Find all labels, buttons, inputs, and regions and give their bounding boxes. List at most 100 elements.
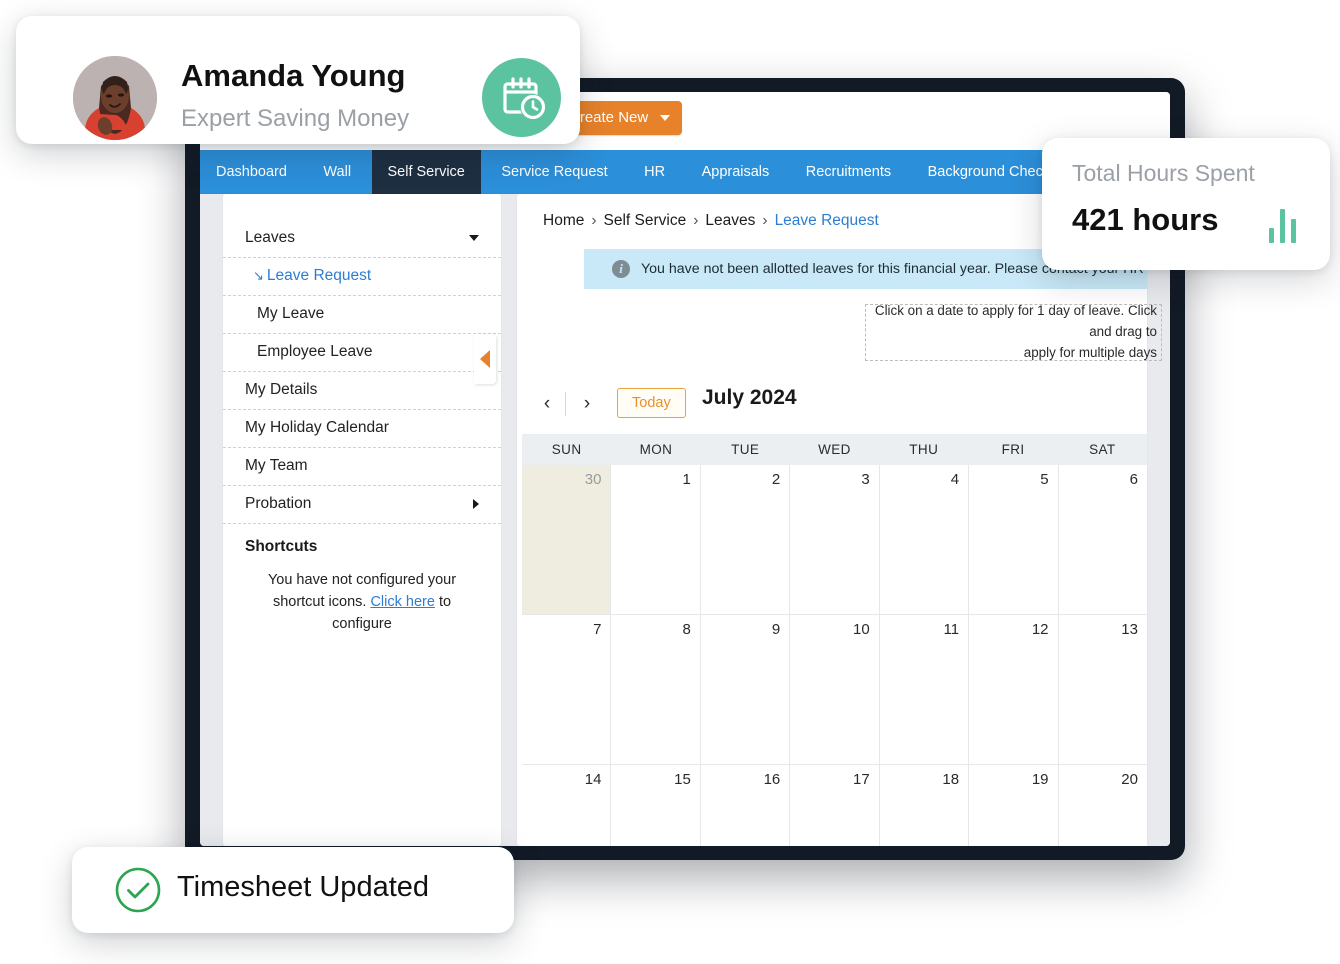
main-content: Home › Self Service › Leaves › Leave Request i… [517,194,1162,846]
main-navigation: Dashboard Wall Self Service Service Requ… [200,150,1170,194]
calendar-week-row: 30 1 2 3 4 5 6 [522,465,1147,615]
app-window: Create New Dashboard Wall Self Service S… [185,78,1185,860]
calendar-toolbar: ‹ › Today July 2024 [517,384,1147,434]
chevron-down-icon [469,235,479,241]
toolbar-divider [565,392,566,416]
calendar-day-cell[interactable]: 30 [522,465,611,614]
calendar-day-cell[interactable]: 13 [1057,615,1147,764]
chevron-down-icon [660,115,671,121]
calendar-hint-line2: apply for multiple days [1023,344,1157,360]
nav-item-wall[interactable]: Wall [307,150,367,194]
calendar-day-cell[interactable]: 2 [699,465,790,614]
calendar-day-cell[interactable]: 1 [610,465,700,614]
calendar-day-cell[interactable]: 19 [968,765,1058,846]
nav-item-hr[interactable]: HR [628,150,681,194]
profile-badge [482,58,561,137]
shortcuts-configure-link[interactable]: Click here [370,594,434,610]
bar-chart-icon [1269,209,1305,243]
profile-card: Amanda Young Expert Saving Money [16,16,580,144]
info-icon: i [612,260,630,278]
sidebar-item-probation[interactable]: Probation [223,486,501,524]
weekday-tue: TUE [731,442,760,457]
shortcuts-empty-message: You have not configured your shortcut ic… [245,569,479,635]
calendar-weekday-header: SUN MON TUE WED THU FRI SAT [522,434,1147,465]
calendar-day-cell[interactable]: 18 [878,765,969,846]
sidebar-item-label: Probation [245,495,312,512]
total-hours-card: Total Hours Spent 421 hours [1042,138,1330,270]
calendar-hint-box: Click on a date to apply for 1 day of le… [865,301,1162,363]
breadcrumb-leaves[interactable]: Leaves [705,212,755,229]
sidebar-item-leaves[interactable]: Leaves [223,220,501,258]
sidebar-item-label: Employee Leave [257,343,373,360]
calendar-day-cell[interactable]: 17 [789,765,879,846]
sidebar-item-my-team[interactable]: My Team [223,448,501,486]
sidebar-menu: Leaves ↘ Leave Request My Leave Employee … [223,194,501,524]
calendar-day-cell[interactable]: 3 [789,465,879,614]
sidebar-item-label: My Holiday Calendar [245,419,389,436]
breadcrumb-separator: › [591,212,597,229]
calendar-prev-button[interactable]: ‹ [532,389,562,419]
calendar-day-cell[interactable]: 8 [610,615,700,764]
sidebar-collapse-handle[interactable] [474,334,496,384]
nav-item-appraisals[interactable]: Appraisals [686,150,786,194]
sidebar-item-my-holiday-calendar[interactable]: My Holiday Calendar [223,410,501,448]
calendar-day-cell[interactable]: 11 [878,615,969,764]
calendar-next-button[interactable]: › [572,389,602,419]
calendar-day-cell[interactable]: 14 [522,765,611,846]
calendar-week-row: 14 15 16 17 18 19 20 [522,765,1147,846]
chevron-right-icon [473,499,479,509]
sidebar-item-label: My Team [245,457,308,474]
nav-item-dashboard[interactable]: Dashboard [200,150,303,194]
sidebar-item-my-details[interactable]: My Details [223,372,501,410]
breadcrumb-leave-request[interactable]: Leave Request [775,212,879,229]
avatar [73,56,157,140]
calendar-clock-icon [503,77,546,120]
calendar-today-button[interactable]: Today [617,388,686,418]
calendar-hint-line1: Click on a date to apply for 1 day of le… [874,303,1157,340]
toast-notification: Timesheet Updated [72,847,514,933]
shortcuts-title: Shortcuts [245,538,318,555]
app-window-content: Create New Dashboard Wall Self Service S… [200,92,1170,846]
weekday-mon: MON [639,442,673,457]
toast-message: Timesheet Updated [177,871,430,903]
profile-role: Expert Saving Money [181,105,410,132]
calendar-day-cell[interactable]: 16 [699,765,790,846]
calendar-day-cell[interactable]: 6 [1057,465,1147,614]
total-hours-label: Total Hours Spent [1072,160,1255,186]
calendar-day-cell[interactable]: 10 [789,615,879,764]
weekday-thu: THU [909,442,939,457]
breadcrumb-separator: › [762,212,768,229]
nav-item-service-request[interactable]: Service Request [485,150,623,194]
calendar-week-row: 7 8 9 10 11 12 13 [522,615,1147,765]
calendar-day-cell[interactable]: 20 [1057,765,1147,846]
calendar-day-cell[interactable]: 7 [522,615,611,764]
nav-item-self-service[interactable]: Self Service [371,150,481,194]
calendar-day-cell[interactable]: 15 [610,765,700,846]
calendar-day-cell[interactable]: 4 [878,465,969,614]
create-new-label: Create New [569,109,649,126]
weekday-fri: FRI [1001,442,1025,457]
breadcrumb-self-service[interactable]: Self Service [604,212,687,229]
weekday-wed: WED [818,442,851,457]
sidebar-item-label: Leave Request [266,267,372,284]
calendar-day-cell[interactable]: 12 [968,615,1058,764]
sidebar-item-employee-leave[interactable]: Employee Leave [223,334,501,372]
sub-arrow-icon: ↘ [253,268,264,283]
total-hours-value: 421 hours [1072,202,1219,237]
calendar-title: July 2024 [702,386,797,409]
weekday-sun: SUN [551,442,582,457]
page-body: Leaves ↘ Leave Request My Leave Employee … [200,194,1170,846]
calendar-day-cell[interactable]: 5 [968,465,1058,614]
profile-name: Amanda Young [181,58,406,93]
shortcuts-section: Shortcuts You have not configured your s… [223,524,501,635]
calendar-hint-text: Click on a date to apply for 1 day of le… [866,301,1161,363]
user-avatar-photo [73,56,157,140]
collapse-left-arrow-icon [480,350,490,368]
weekday-sat: SAT [1089,442,1116,457]
sidebar-item-leave-request[interactable]: ↘ Leave Request [223,258,501,296]
breadcrumb-home[interactable]: Home [543,212,584,229]
sidebar-item-label: Leaves [245,229,295,246]
sidebar-item-my-leave[interactable]: My Leave [223,296,501,334]
nav-item-recruitments[interactable]: Recruitments [790,150,907,194]
calendar-day-cell[interactable]: 9 [699,615,790,764]
